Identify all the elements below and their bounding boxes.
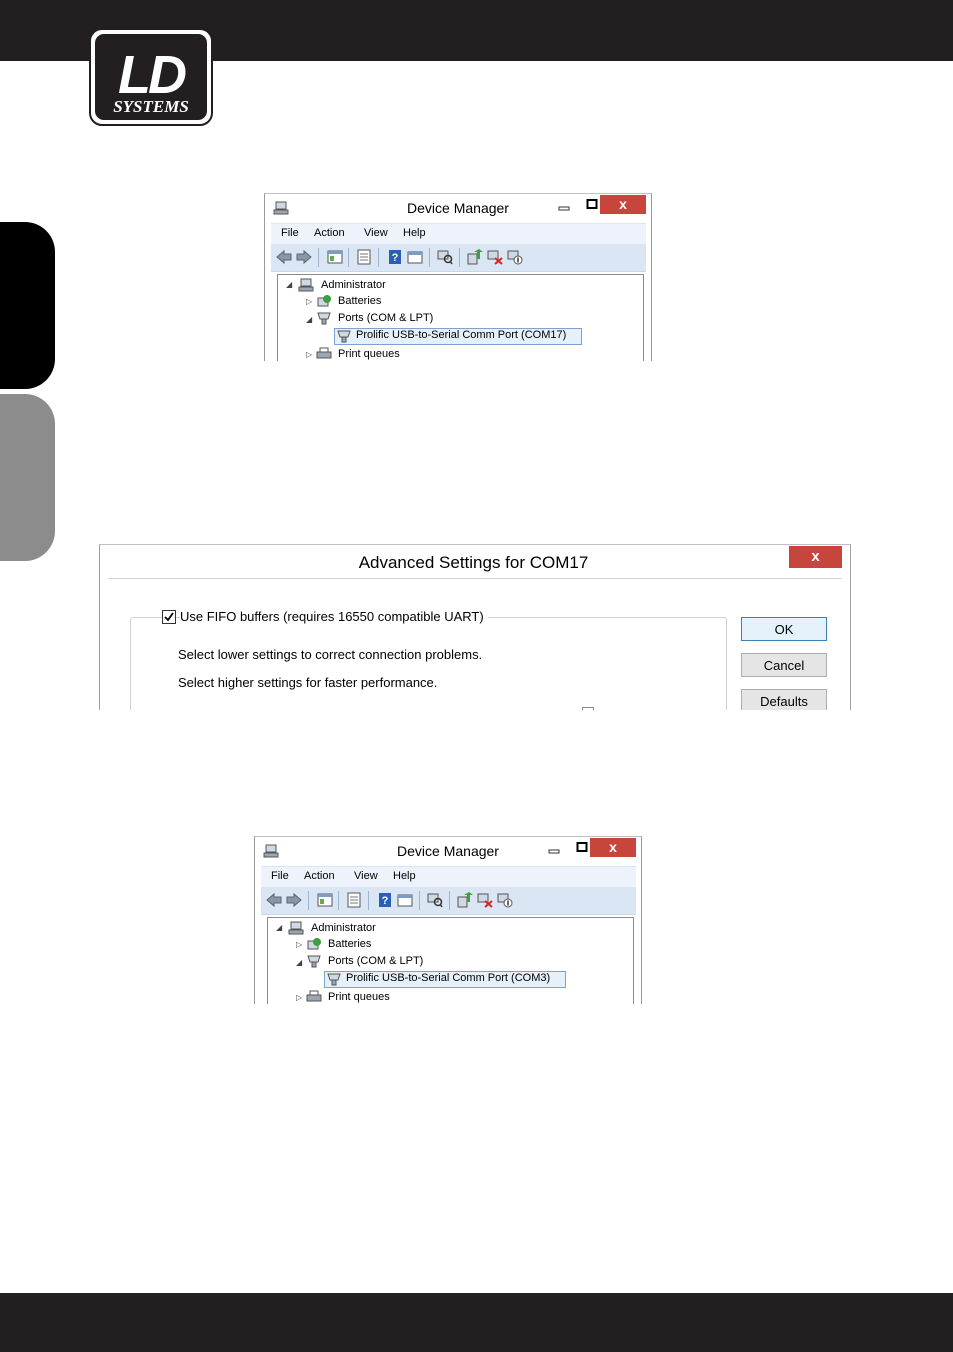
console-tree-icon[interactable] xyxy=(317,892,333,908)
side-tab-active xyxy=(0,222,55,389)
expand-arrow-icon[interactable]: ▷ xyxy=(296,993,302,1002)
fifo-label: Use FIFO buffers (requires 16550 compati… xyxy=(180,609,488,624)
title-divider xyxy=(108,578,842,579)
uninstall-device-icon[interactable] xyxy=(487,249,503,265)
close-button[interactable]: x xyxy=(590,838,636,857)
view-icon[interactable] xyxy=(407,249,423,265)
battery-icon xyxy=(317,295,331,307)
scan-hardware-icon[interactable] xyxy=(437,249,453,265)
computer-icon xyxy=(288,921,304,935)
svg-text:?: ? xyxy=(392,252,399,264)
minimize-icon xyxy=(548,849,560,854)
port-icon xyxy=(327,973,341,986)
collapse-arrow-icon[interactable]: ◢ xyxy=(306,315,312,324)
help-icon[interactable]: ? xyxy=(387,249,403,265)
cancel-button[interactable]: Cancel xyxy=(741,653,827,677)
back-arrow-icon[interactable] xyxy=(276,249,292,265)
menu-help[interactable]: Help xyxy=(403,227,426,239)
collapse-arrow-icon[interactable]: ◢ xyxy=(276,923,282,932)
device-manager-window-com3: Device Manager x File Action View Help ?… xyxy=(254,836,642,1004)
menu-help[interactable]: Help xyxy=(393,870,416,882)
maximize-button[interactable] xyxy=(585,198,599,212)
toolbar: ? xyxy=(271,244,646,272)
menu-file[interactable]: File xyxy=(281,227,299,239)
fifo-group-box xyxy=(130,617,727,710)
lower-settings-hint: Select lower settings to correct connect… xyxy=(178,647,483,662)
close-button[interactable]: x xyxy=(789,546,842,568)
device-tree: ◢ Administrator ▷ Batteries ◢ Ports (COM… xyxy=(277,274,644,361)
view-icon[interactable] xyxy=(397,892,413,908)
toolbar: ? xyxy=(261,887,636,915)
forward-arrow-icon[interactable] xyxy=(286,892,302,908)
tree-node-prolific-port[interactable]: Prolific USB-to-Serial Comm Port (COM3) xyxy=(346,972,550,984)
slider-tick xyxy=(582,707,594,710)
menu-bar: File Action View Help xyxy=(261,866,636,887)
menu-view[interactable]: View xyxy=(364,227,388,239)
defaults-button[interactable]: Defaults xyxy=(741,689,827,710)
minimize-icon xyxy=(558,206,570,211)
title-bar: Device Manager x xyxy=(265,194,651,222)
properties-icon[interactable] xyxy=(346,892,362,908)
update-driver-icon[interactable] xyxy=(457,892,473,908)
update-driver-icon[interactable] xyxy=(467,249,483,265)
console-tree-icon[interactable] xyxy=(327,249,343,265)
uninstall-device-icon[interactable] xyxy=(477,892,493,908)
tree-node-prolific-port[interactable]: Prolific USB-to-Serial Comm Port (COM17) xyxy=(356,329,566,341)
title-bar: Device Manager x xyxy=(255,837,641,865)
minimize-button[interactable] xyxy=(547,844,561,856)
ok-button[interactable]: OK xyxy=(741,617,827,641)
ld-systems-logo: LD SYSTEMS xyxy=(89,28,213,126)
tree-node-ports[interactable]: Ports (COM & LPT) xyxy=(328,955,423,967)
tree-node-batteries[interactable]: Batteries xyxy=(328,938,371,950)
disable-device-icon[interactable] xyxy=(497,892,513,908)
battery-icon xyxy=(307,938,321,950)
tree-node-print-queues[interactable]: Print queues xyxy=(328,991,390,1003)
svg-text:?: ? xyxy=(382,895,389,907)
printer-icon xyxy=(316,347,332,359)
menu-action[interactable]: Action xyxy=(304,870,335,882)
scan-hardware-icon[interactable] xyxy=(427,892,443,908)
computer-icon xyxy=(298,278,314,292)
properties-icon[interactable] xyxy=(356,249,372,265)
collapse-arrow-icon[interactable]: ◢ xyxy=(286,280,292,289)
device-manager-window-com17: Device Manager x File Action View Help ?… xyxy=(264,193,652,361)
tree-node-batteries[interactable]: Batteries xyxy=(338,295,381,307)
port-icon xyxy=(337,330,351,343)
page-footer-bar xyxy=(0,1293,953,1352)
device-tree: ◢ Administrator ▷ Batteries ◢ Ports (COM… xyxy=(267,917,634,1004)
expand-arrow-icon[interactable]: ▷ xyxy=(306,297,312,306)
port-icon xyxy=(317,312,331,325)
menu-view[interactable]: View xyxy=(354,870,378,882)
forward-arrow-icon[interactable] xyxy=(296,249,312,265)
minimize-button[interactable] xyxy=(557,201,571,213)
checkmark-icon xyxy=(164,612,174,622)
dialog-title: Advanced Settings for COM17 xyxy=(358,553,589,572)
menu-bar: File Action View Help xyxy=(271,223,646,244)
menu-action[interactable]: Action xyxy=(314,227,345,239)
tree-node-administrator[interactable]: Administrator xyxy=(311,922,376,934)
printer-icon xyxy=(306,990,322,1002)
expand-arrow-icon[interactable]: ▷ xyxy=(296,940,302,949)
svg-text:LD: LD xyxy=(118,45,186,105)
back-arrow-icon[interactable] xyxy=(266,892,282,908)
fifo-checkbox[interactable] xyxy=(162,610,176,624)
tree-node-ports[interactable]: Ports (COM & LPT) xyxy=(338,312,433,324)
svg-text:SYSTEMS: SYSTEMS xyxy=(113,97,189,116)
tree-node-print-queues[interactable]: Print queues xyxy=(338,348,400,360)
maximize-button[interactable] xyxy=(575,841,589,855)
expand-arrow-icon[interactable]: ▷ xyxy=(306,350,312,359)
maximize-icon xyxy=(586,199,598,209)
higher-settings-hint: Select higher settings for faster perfor… xyxy=(178,675,438,690)
port-icon xyxy=(307,955,321,968)
side-tab-inactive xyxy=(0,394,55,561)
disable-device-icon[interactable] xyxy=(507,249,523,265)
collapse-arrow-icon[interactable]: ◢ xyxy=(296,958,302,967)
maximize-icon xyxy=(576,842,588,852)
tree-node-administrator[interactable]: Administrator xyxy=(321,279,386,291)
menu-file[interactable]: File xyxy=(271,870,289,882)
advanced-settings-dialog: Advanced Settings for COM17 x Use FIFO b… xyxy=(99,544,851,710)
close-button[interactable]: x xyxy=(600,195,646,214)
help-icon[interactable]: ? xyxy=(377,892,393,908)
